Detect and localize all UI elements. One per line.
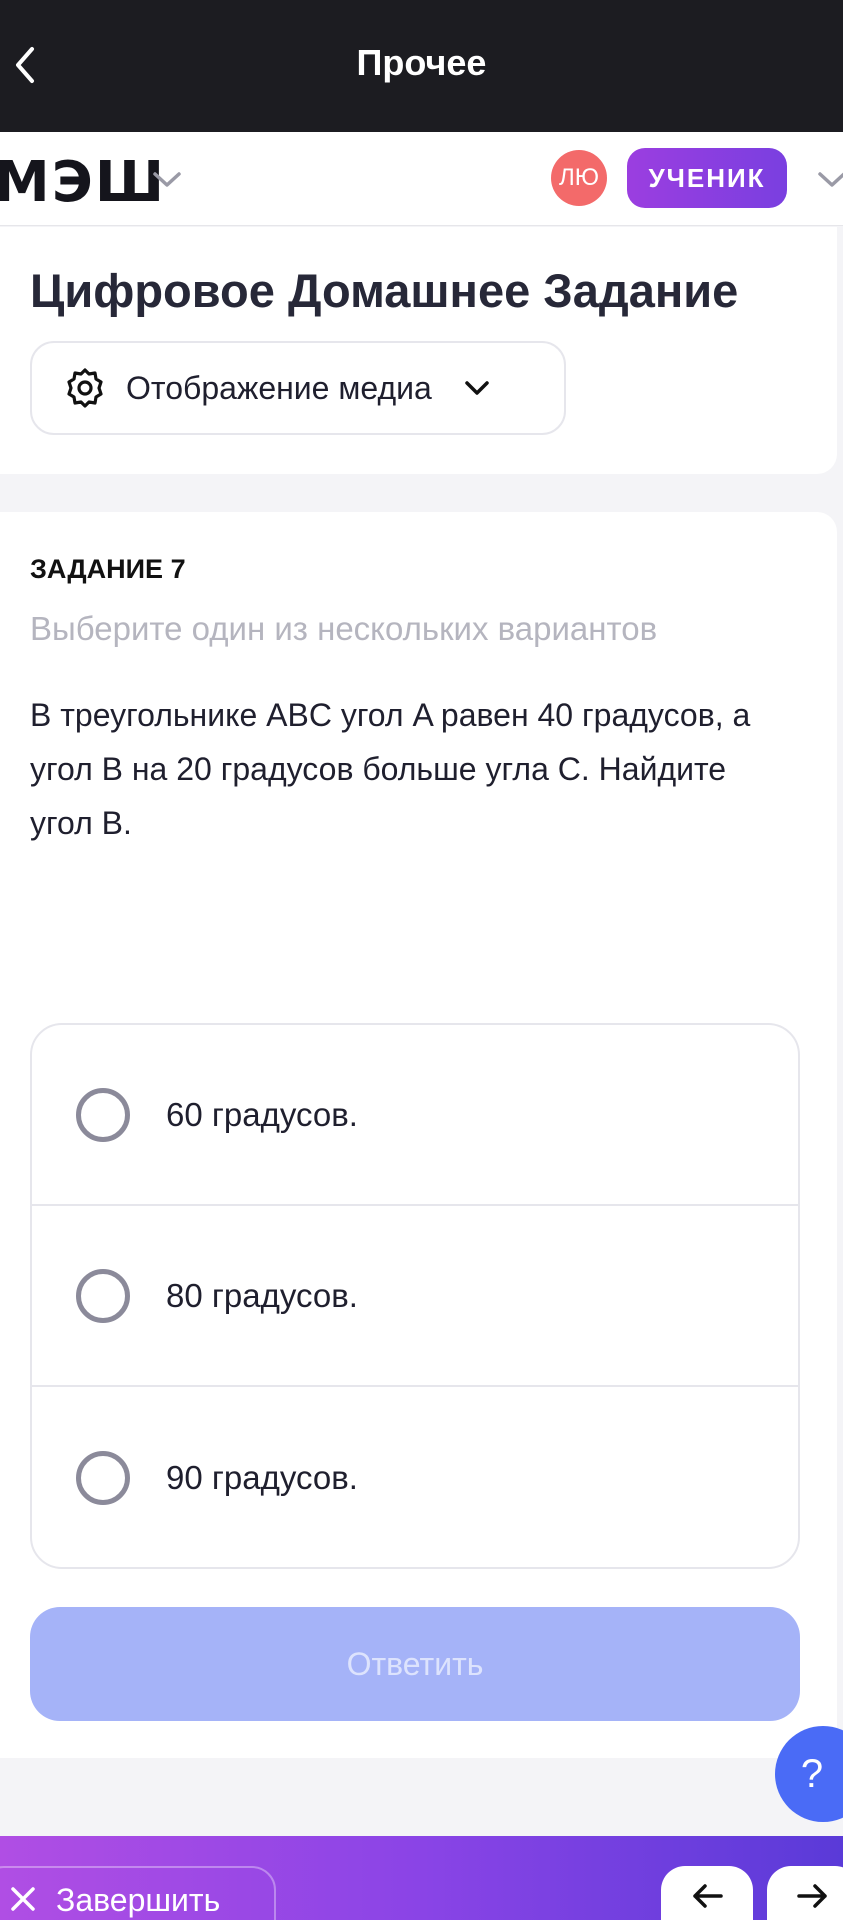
chevron-down-icon[interactable] — [150, 162, 184, 196]
arrow-left-icon — [693, 1884, 723, 1908]
user-avatar[interactable]: ЛЮ — [551, 150, 607, 206]
task-hint: Выберите один из нескольких вариантов — [30, 610, 658, 647]
task-card: ЗАДАНИЕ 7 Выберите один из нескольких ва… — [0, 512, 837, 1758]
finish-button[interactable]: Завершить — [0, 1866, 276, 1920]
app-top-bar: Прочее — [0, 0, 843, 132]
chevron-down-icon[interactable] — [815, 162, 843, 196]
page-title: Прочее — [356, 42, 487, 83]
mesh-header: МЭШ ЛЮ УЧЕНИК — [0, 132, 843, 226]
homework-title: Цифровое Домашнее Задание — [30, 264, 739, 317]
mesh-logo[interactable]: МЭШ — [0, 150, 166, 215]
chevron-down-icon — [465, 381, 489, 395]
task-question: В треугольнике ABC угол A равен 40 граду… — [30, 697, 751, 841]
answer-option[interactable]: 80 градусов. — [32, 1206, 798, 1387]
finish-label: Завершить — [56, 1882, 221, 1918]
previous-task-button[interactable] — [661, 1866, 753, 1920]
next-task-button[interactable] — [767, 1866, 843, 1920]
radio-button[interactable] — [76, 1268, 130, 1323]
close-icon — [11, 1887, 35, 1911]
media-display-dropdown[interactable]: Отображение медиа — [30, 341, 566, 435]
answer-option-label: 90 градусов. — [166, 1458, 358, 1496]
answer-option[interactable]: 60 градусов. — [32, 1025, 798, 1206]
answer-option[interactable]: 90 градусов. — [32, 1387, 798, 1567]
intro-card: Цифровое Домашнее Задание Отображение ме… — [0, 227, 837, 474]
gear-icon — [67, 368, 103, 408]
bottom-toolbar: Завершить — [0, 1836, 843, 1920]
answer-options: 60 градусов. 80 градусов. 90 градусов. — [30, 1023, 800, 1569]
role-badge[interactable]: УЧЕНИК — [627, 148, 787, 208]
answer-option-label: 80 градусов. — [166, 1276, 358, 1314]
radio-button[interactable] — [76, 1087, 130, 1142]
radio-button[interactable] — [76, 1450, 130, 1505]
media-display-label: Отображение медиа — [126, 369, 432, 406]
task-number: ЗАДАНИЕ 7 — [30, 554, 186, 584]
submit-answer-button[interactable]: Ответить — [30, 1607, 800, 1721]
answer-option-label: 60 градусов. — [166, 1095, 358, 1133]
arrow-right-icon — [797, 1884, 827, 1908]
